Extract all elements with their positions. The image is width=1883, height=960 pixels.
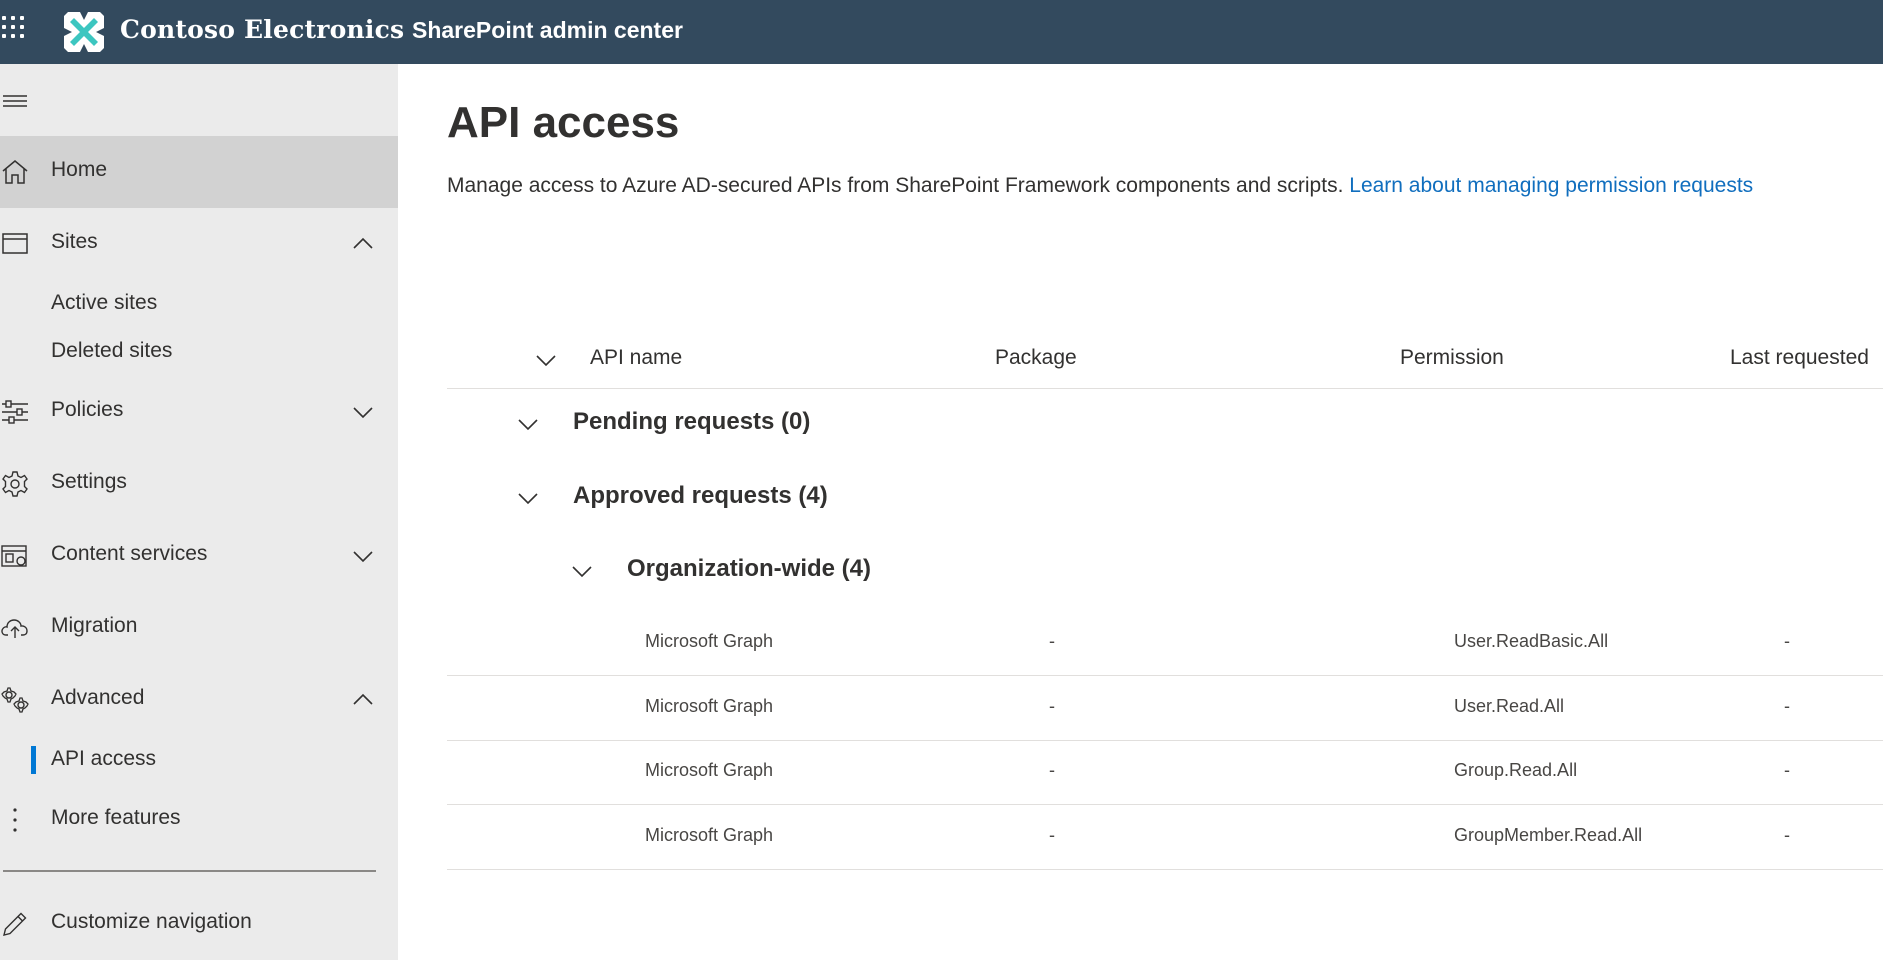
learn-more-link[interactable]: Learn about managing permission requests [1349, 174, 1753, 197]
contoso-logo-icon [64, 12, 104, 52]
cell-package: - [1049, 760, 1055, 780]
description-text: Manage access to Azure AD-secured APIs f… [447, 174, 1344, 197]
nav-item-settings[interactable]: Settings [0, 448, 398, 520]
chevron-down-icon[interactable] [350, 544, 376, 568]
more-icon [13, 808, 17, 832]
nav-label-advanced: Advanced [51, 686, 145, 709]
column-header-api-name[interactable]: API name [590, 346, 682, 370]
nav-item-deleted-sites[interactable]: Deleted sites [0, 328, 398, 376]
cell-package: - [1049, 696, 1055, 716]
cell-permission: GroupMember.Read.All [1454, 825, 1643, 845]
app-launcher-icon[interactable] [0, 14, 36, 50]
nav-label-content-services: Content services [51, 542, 208, 565]
cell-last-requested: - [1784, 825, 1790, 845]
group-approved-requests[interactable]: Approved requests (4) [447, 468, 1883, 528]
top-bar: Contoso Electronics SharePoint admin cen… [0, 0, 1883, 64]
cell-permission: User.Read.All [1454, 696, 1565, 716]
table-header: API name Package Permission Last request… [447, 334, 1883, 389]
app-title[interactable]: SharePoint admin center [412, 17, 683, 44]
cloud-upload-icon [1, 619, 28, 638]
collapse-all-chevron-icon[interactable] [533, 348, 559, 372]
nav-divider [3, 870, 376, 872]
table-row[interactable]: Microsoft Graph - GroupMember.Read.All - [447, 805, 1883, 870]
nav-label-settings: Settings [51, 470, 127, 493]
nav-item-home[interactable]: Home [0, 136, 398, 208]
page-description: Manage access to Azure AD-secured APIs f… [447, 174, 1753, 198]
chevron-down-icon[interactable] [515, 412, 541, 436]
chevron-down-icon[interactable] [350, 400, 376, 424]
chevron-up-icon[interactable] [350, 688, 376, 712]
active-indicator [31, 746, 36, 774]
nav-item-more-features[interactable]: More features [0, 784, 398, 856]
nav-item-api-access[interactable]: API access [0, 736, 398, 784]
advanced-icon [1, 687, 29, 713]
nav-item-policies[interactable]: Policies [0, 376, 398, 448]
column-header-package[interactable]: Package [995, 346, 1077, 370]
cell-permission: Group.Read.All [1454, 760, 1578, 780]
cell-package: - [1049, 825, 1055, 845]
cell-last-requested: - [1784, 760, 1790, 780]
page-title: API access [447, 98, 680, 147]
gear-icon [2, 471, 28, 497]
nav-item-customize-navigation[interactable]: Customize navigation [0, 888, 398, 960]
chevron-down-icon[interactable] [515, 486, 541, 510]
nav-label-deleted-sites: Deleted sites [51, 339, 173, 362]
group-label-approved: Approved requests (4) [573, 482, 828, 509]
brand-name[interactable]: Contoso Electronics [120, 15, 404, 44]
nav-label-api-access: API access [51, 747, 157, 770]
nav-item-active-sites[interactable]: Active sites [0, 280, 398, 328]
nav-label-active-sites: Active sites [51, 291, 158, 314]
group-label-org-wide: Organization-wide (4) [627, 555, 872, 582]
cell-api-name: Microsoft Graph [645, 760, 774, 780]
chevron-up-icon[interactable] [350, 232, 376, 256]
column-header-last-requested[interactable]: Last requested [1730, 346, 1869, 370]
content-services-icon [1, 545, 27, 567]
cell-last-requested: - [1784, 631, 1790, 651]
nav-label-migration: Migration [51, 614, 138, 637]
nav-label-home: Home [51, 158, 108, 181]
nav-label-sites: Sites [51, 230, 98, 253]
home-icon [2, 160, 28, 184]
nav-label-more-features: More features [51, 806, 181, 829]
chevron-down-icon[interactable] [569, 559, 595, 583]
left-navigation: Home Sites Active sites Deleted sites Po… [0, 64, 398, 960]
cell-last-requested: - [1784, 696, 1790, 716]
nav-item-content-services[interactable]: Content services [0, 520, 398, 592]
hamburger-menu-icon[interactable] [0, 90, 30, 112]
nav-label-customize-navigation: Customize navigation [51, 910, 252, 933]
column-header-permission[interactable]: Permission [1400, 346, 1504, 370]
table-row[interactable]: Microsoft Graph - User.Read.All - [447, 676, 1883, 741]
nav-item-advanced[interactable]: Advanced [0, 664, 398, 736]
group-pending-requests[interactable]: Pending requests (0) [447, 394, 1883, 454]
cell-api-name: Microsoft Graph [645, 631, 774, 651]
edit-icon [3, 912, 27, 936]
group-label-pending: Pending requests (0) [573, 408, 811, 435]
table-row[interactable]: Microsoft Graph - Group.Read.All - [447, 740, 1883, 805]
main-content: API access Manage access to Azure AD-sec… [398, 64, 1883, 960]
nav-item-sites[interactable]: Sites [0, 208, 398, 280]
cell-package: - [1049, 631, 1055, 651]
policies-icon [2, 400, 28, 424]
table-row[interactable]: Microsoft Graph - User.ReadBasic.All - [447, 611, 1883, 676]
nav-label-policies: Policies [51, 398, 124, 421]
group-organization-wide[interactable]: Organization-wide (4) [447, 541, 1883, 601]
cell-permission: User.ReadBasic.All [1454, 631, 1609, 651]
cell-api-name: Microsoft Graph [645, 825, 774, 845]
nav-item-migration[interactable]: Migration [0, 592, 398, 664]
cell-api-name: Microsoft Graph [645, 696, 774, 716]
sites-icon [2, 233, 28, 254]
